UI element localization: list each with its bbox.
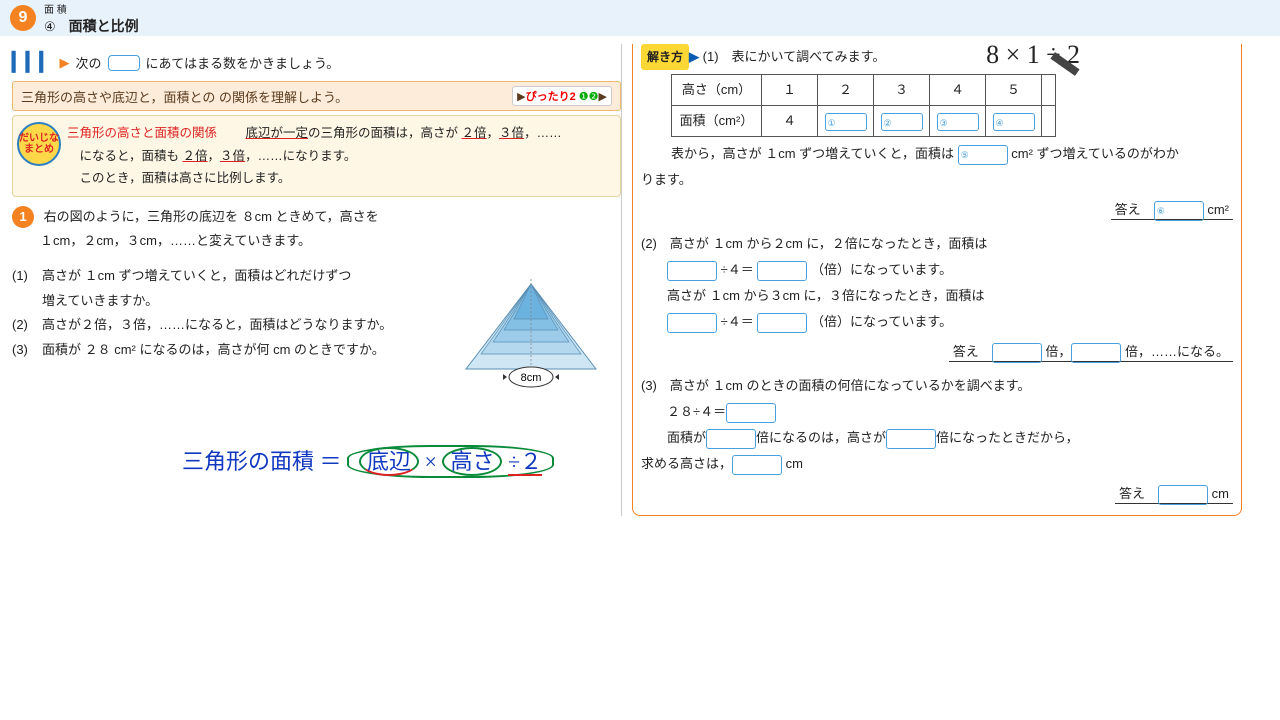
right-column: 解き方▶ (1) 表にかいて調べてみます。 高さ（cm） １ ２ ３ ４ ５ 面… xyxy=(632,44,1242,516)
summary-badge: だいじな まとめ xyxy=(17,122,61,166)
q1-2: 高さが２倍，３倍，……になると，面積はどうなりますか。 xyxy=(42,313,392,338)
header-title: 面積と比例 xyxy=(69,18,139,34)
p2-answer-line: 答え 倍， 倍，……になる。 xyxy=(641,339,1233,365)
table-blank-2[interactable]: ② xyxy=(881,113,923,131)
p2-blank-c[interactable] xyxy=(667,313,717,333)
p1-ans-blank[interactable]: ⑥ xyxy=(1154,201,1204,221)
instruction-row: ▎▎▎ ▶ 次の にあてはまる数をかきましょう。 xyxy=(12,52,621,73)
p2-label: (2) xyxy=(641,236,657,251)
table-blank-1[interactable]: ① xyxy=(825,113,867,131)
part-2: (2) 高さが １cm から２cm に，２倍になったとき，面積は ÷４＝ （倍）… xyxy=(641,231,1233,365)
instruction-suffix: にあてはまる数をかきましょう。 xyxy=(146,53,340,72)
p3-blank-d[interactable] xyxy=(732,455,782,475)
p2-blank-a[interactable] xyxy=(667,261,717,281)
summary-box: だいじな まとめ 三角形の高さと面積の関係 底辺が一定の三角形の面積は，高さが … xyxy=(12,115,621,197)
header-bar: 9 面 積 ④ 面積と比例 xyxy=(0,0,1280,36)
chapter-number: 9 xyxy=(10,5,36,31)
summary-text: 三角形の高さと面積の関係 底辺が一定の三角形の面積は，高さが ２倍，３倍，…… … xyxy=(67,122,562,190)
p1-answer-line: 答え ⑥ cm² xyxy=(641,197,1233,223)
p3-blank-b[interactable] xyxy=(706,429,756,449)
table-r2-hdr: 面積（cm²） xyxy=(672,106,762,137)
p1-text: 表にかいて調べてみます。 xyxy=(732,49,886,64)
arrow-icon: ▶ xyxy=(60,55,70,71)
triangle-figure: 8cm xyxy=(451,274,611,394)
q1-1: 高さが １cm ずつ増えていくと，面積はどれだけずつ xyxy=(42,268,351,283)
subheading: 三角形の高さや底辺と，面積との の関係を理解しよう。 ▶ぴったり2 ❶❷▶ xyxy=(12,81,621,111)
p2-ans-blank-1[interactable] xyxy=(992,343,1042,363)
handwriting-formula: 三角形の面積 ＝ 底辺 × 高さ ÷２ xyxy=(182,444,554,476)
instruction-prefix: 次の xyxy=(76,53,102,72)
q1-intro-1: 右の図のように，三角形の底辺を ８cm ときめて，高さを xyxy=(44,209,379,224)
pittari-badge: ▶ぴったり2 ❶❷▶ xyxy=(512,86,612,106)
q1-intro-2: １cm，２cm，３cm，……と変えていきます。 xyxy=(40,233,311,248)
solution-badge: 解き方 xyxy=(641,44,689,70)
p1-blank-5[interactable]: ⑤ xyxy=(958,145,1008,165)
solution-arrow-icon: ▶ xyxy=(689,49,699,64)
bars-icon: ▎▎▎ xyxy=(12,52,54,73)
table-r1-hdr: 高さ（cm） xyxy=(672,75,762,106)
p3-blank-c[interactable] xyxy=(886,429,936,449)
q1-number-icon: 1 xyxy=(12,206,34,228)
table-blank-3[interactable]: ③ xyxy=(937,113,979,131)
fig-label: 8cm xyxy=(521,372,542,384)
header-small-label: 面 積 xyxy=(44,1,135,16)
header-sub-num: ④ xyxy=(44,19,56,34)
p2-ans-blank-2[interactable] xyxy=(1071,343,1121,363)
q1-3: 面積が ２８ cm² になるのは，高さが何 cm のときですか。 xyxy=(42,338,385,363)
left-column: ▎▎▎ ▶ 次の にあてはまる数をかきましょう。 三角形の高さや底辺と，面積との… xyxy=(12,44,622,516)
p3-label: (3) xyxy=(641,378,657,393)
p2-blank-d[interactable] xyxy=(757,313,807,333)
p3-answer-line: 答え cm xyxy=(641,481,1233,507)
summary-title: 三角形の高さと面積の関係 xyxy=(67,126,217,140)
p3-blank-a[interactable] xyxy=(726,403,776,423)
p1-label: (1) xyxy=(703,49,719,64)
subhead-text: 三角形の高さや底辺と，面積との の関係を理解しよう。 xyxy=(21,87,348,106)
p2-blank-b[interactable] xyxy=(757,261,807,281)
table-blank-4[interactable]: ④ xyxy=(993,113,1035,131)
data-table: 高さ（cm） １ ２ ３ ４ ５ 面積（cm²） ４ ① ② ③ xyxy=(671,74,1056,137)
q1-1b: 増えていきますか。 xyxy=(42,293,158,308)
part-3: (3) 高さが １cm のときの面積の何倍になっているかを調べます。 ２８÷４＝… xyxy=(641,373,1233,507)
p3-ans-blank[interactable] xyxy=(1158,485,1208,505)
instruction-blank[interactable] xyxy=(108,55,140,71)
